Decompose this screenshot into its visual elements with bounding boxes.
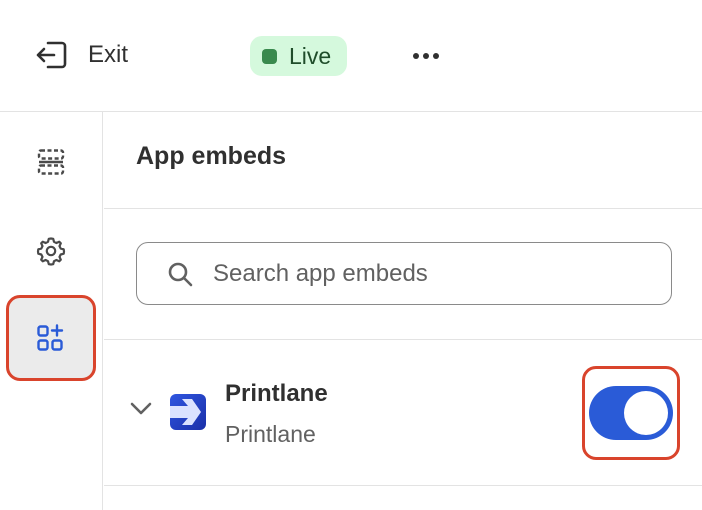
embed-toggle[interactable] [589,386,673,440]
search-field[interactable] [136,242,672,305]
printlane-logo-icon [170,394,206,430]
divider [104,208,702,209]
chevron-down-icon[interactable] [130,402,152,416]
status-badge: Live [250,36,348,76]
ellipsis-icon [413,53,419,59]
app-name: Printlane [225,380,328,407]
exit-label: Exit [88,41,129,68]
exit-button[interactable]: Exit [34,34,128,76]
status-dot-icon [262,48,277,64]
sidebar-item-settings[interactable] [6,208,96,294]
list-item: Printlane Printlane [104,340,702,486]
settings-gear-icon [36,237,66,266]
app-embeds-icon [37,324,64,351]
sidebar-item-sections[interactable] [6,119,96,205]
status-label: Live [289,42,332,69]
app-subtitle: Printlane [225,421,316,447]
toggle-knob [624,391,668,435]
exit-icon [36,41,67,69]
more-actions-button[interactable] [404,38,448,74]
search-icon [168,262,193,286]
toggle-highlight [582,366,680,460]
top-bar: Exit Live [0,0,702,112]
sections-icon [37,149,65,175]
sidebar-item-app-embeds[interactable] [6,295,96,381]
app-embeds-panel: App embeds Printlane Printlane [104,112,702,510]
sidebar [0,112,103,510]
divider [104,485,702,486]
panel-title: App embeds [136,142,287,170]
search-input[interactable] [213,259,653,288]
